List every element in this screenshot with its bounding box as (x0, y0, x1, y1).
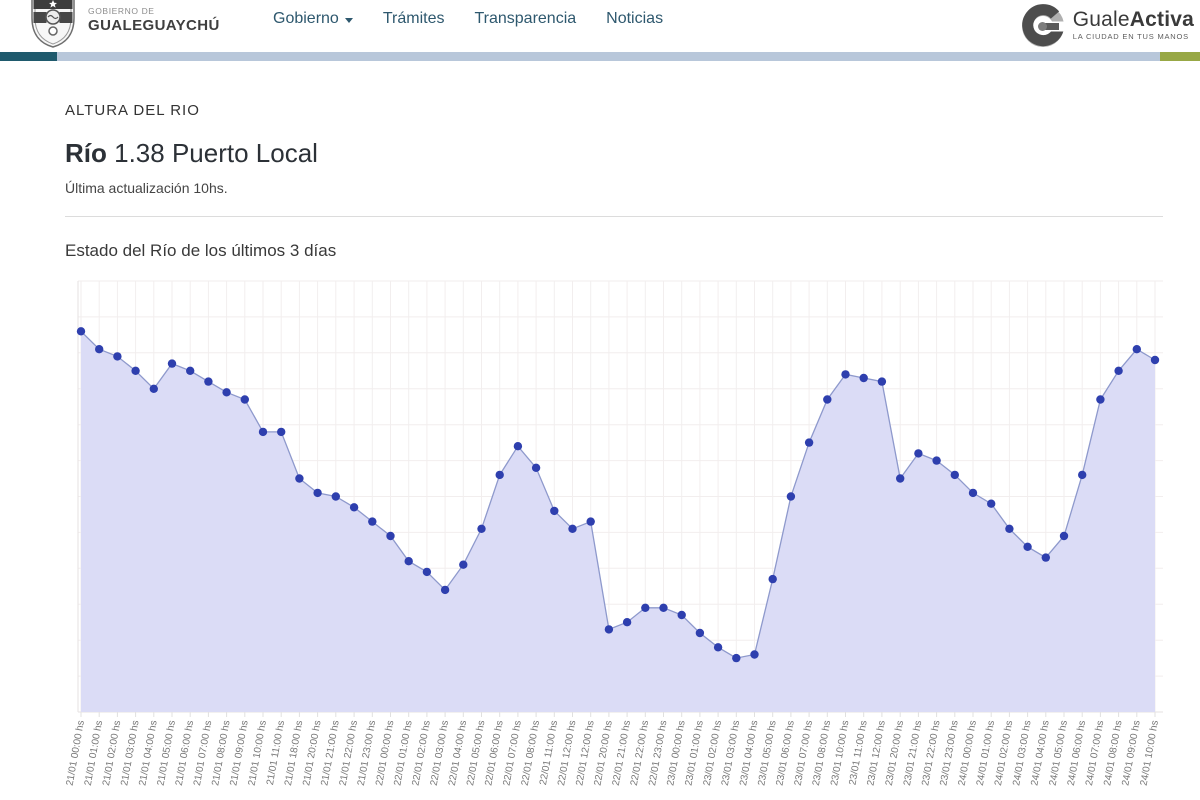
shield-crest-icon (27, 0, 79, 50)
gov-logo[interactable] (27, 0, 79, 55)
nav-item-noticias[interactable]: Noticias (606, 10, 663, 28)
nav-transparencia-label: Transparencia (474, 10, 576, 28)
nav-item-transparencia[interactable]: Transparencia (474, 10, 576, 28)
nav-item-tramites[interactable]: Trámites (383, 10, 445, 28)
river-value: 1.38 (114, 138, 165, 168)
main-nav: Gobierno Trámites Transparencia Noticias (273, 10, 663, 28)
river-location: Puerto Local (172, 138, 318, 168)
gualeactiva-name: GualeActiva (1073, 8, 1194, 31)
gualeactiva-logo[interactable]: GualeActiva LA CIUDAD EN TUS MANOS (1020, 3, 1194, 49)
accent-bar-teal (0, 52, 57, 61)
last-update-text: Última actualización 10hs. (65, 180, 228, 196)
gov-name-text: GUALEGUAYCHÚ (88, 18, 220, 35)
gov-logo-text: GOBIERNO DE GUALEGUAYCHÚ (88, 7, 220, 35)
svg-text:24/01 10:00 hs: 24/01 10:00 hs (1139, 720, 1161, 787)
chevron-down-icon (345, 18, 353, 23)
nav-noticias-label: Noticias (606, 10, 663, 28)
gov-small-text: GOBIERNO DE (88, 7, 220, 16)
accent-bar-blue (57, 52, 1160, 61)
gualeactiva-g-icon (1020, 3, 1066, 49)
nav-gobierno-label: Gobierno (273, 10, 339, 28)
gualeactiva-text: GualeActiva LA CIUDAD EN TUS MANOS (1073, 3, 1194, 41)
site-header: GOBIERNO DE GUALEGUAYCHÚ Gobierno Trámit… (0, 0, 1200, 52)
accent-bar (0, 52, 1200, 61)
chart-heading: Estado del Río de los últimos 3 días (65, 241, 336, 261)
river-current-value: Río 1.38 Puerto Local (65, 138, 318, 169)
page-title: ALTURA DEL RIO (65, 102, 200, 119)
river-level-chart[interactable]: 21/01 00:00 hs21/01 01:00 hs21/01 02:00 … (0, 268, 1200, 800)
gualeactiva-tagline: LA CIUDAD EN TUS MANOS (1073, 33, 1194, 41)
accent-bar-olive (1160, 52, 1200, 61)
divider (65, 216, 1163, 217)
river-label: Río (65, 138, 107, 168)
nav-item-gobierno[interactable]: Gobierno (273, 10, 353, 28)
nav-tramites-label: Trámites (383, 10, 445, 28)
